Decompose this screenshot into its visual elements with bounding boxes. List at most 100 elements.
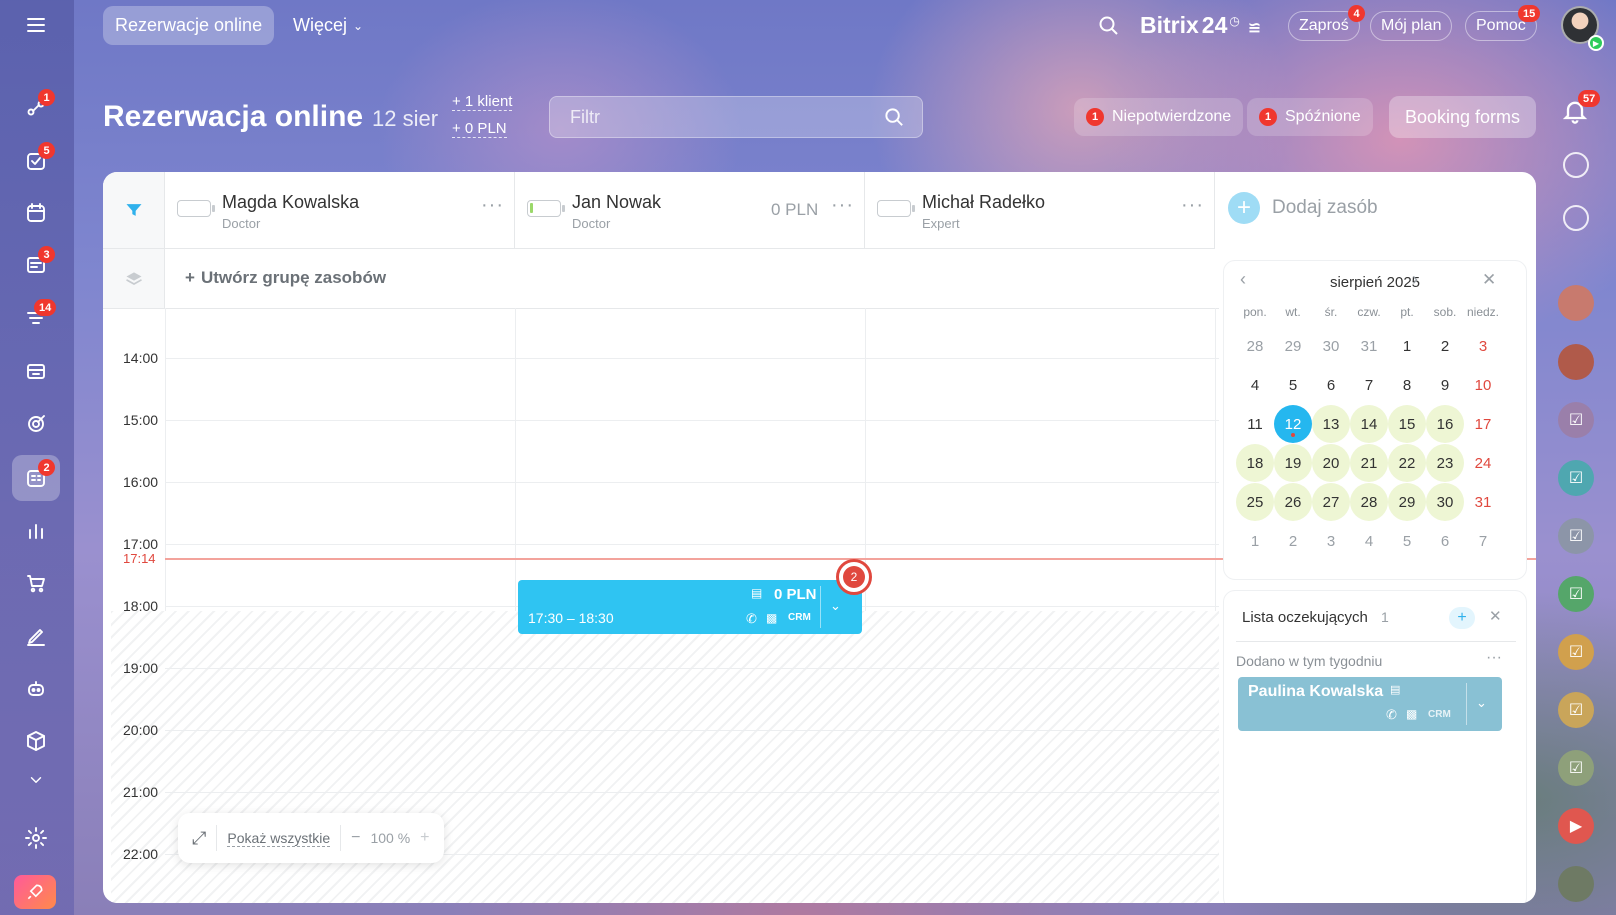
booking-card[interactable]: 17:30 – 18:30 ▤ 0 PLN ✆ ▩ CRM ⌄ bbox=[518, 580, 862, 634]
tab-online-booking[interactable]: Rezerwacje online bbox=[103, 6, 275, 45]
calendar-day[interactable]: 30 bbox=[1426, 483, 1464, 521]
calendar-day[interactable]: 16 bbox=[1426, 405, 1464, 443]
filter-input[interactable] bbox=[550, 97, 922, 137]
phone-icon[interactable]: ✆ bbox=[746, 611, 757, 627]
task-chat-icon[interactable]: ☑ bbox=[1558, 634, 1594, 670]
crm-funnel-icon[interactable]: 14 bbox=[12, 295, 60, 341]
calendar-month[interactable]: sierpień 2025 bbox=[1224, 274, 1526, 291]
amount-stat[interactable]: + 0 PLN bbox=[452, 120, 507, 138]
calendar-day[interactable]: 19 bbox=[1274, 444, 1312, 482]
resource-filter-icon[interactable] bbox=[103, 172, 165, 249]
calendar-day[interactable]: 9 bbox=[1426, 366, 1464, 404]
calendar-day[interactable]: 2 bbox=[1274, 522, 1312, 560]
layers-icon[interactable] bbox=[103, 249, 165, 309]
show-all-link[interactable]: Pokaż wszystkie bbox=[227, 830, 331, 847]
resource-name[interactable]: Michał Radełko bbox=[922, 192, 1045, 213]
task-chat-icon[interactable]: ☑ bbox=[1558, 692, 1594, 728]
calendar-day[interactable]: 4 bbox=[1236, 366, 1274, 404]
calendar-day[interactable]: 22 bbox=[1388, 444, 1426, 482]
calendar-day[interactable]: 11 bbox=[1236, 405, 1274, 443]
chat-icon[interactable]: ▩ bbox=[766, 611, 777, 625]
calendar-day[interactable]: 12 bbox=[1274, 405, 1312, 443]
resource-menu-icon[interactable]: ··· bbox=[831, 194, 854, 217]
target-icon[interactable] bbox=[12, 400, 60, 446]
resource-name[interactable]: Jan Nowak bbox=[572, 192, 661, 213]
calendar-day[interactable]: 3 bbox=[1312, 522, 1350, 560]
chevron-down-icon[interactable]: ⌄ bbox=[830, 598, 841, 614]
calendar-day[interactable]: 30 bbox=[1312, 327, 1350, 365]
booking-forms-button[interactable]: Booking forms bbox=[1389, 96, 1537, 138]
calendar-day[interactable]: 25 bbox=[1236, 483, 1274, 521]
calendar-day[interactable]: 21 bbox=[1350, 444, 1388, 482]
calendar-icon[interactable] bbox=[12, 190, 60, 236]
expand-icon[interactable]: ⤢ bbox=[192, 828, 206, 849]
calendar-day[interactable]: 7 bbox=[1350, 366, 1388, 404]
phone-icon[interactable]: ✆ bbox=[1386, 707, 1397, 723]
resource-menu-icon[interactable]: ··· bbox=[481, 194, 504, 217]
rocket-icon[interactable] bbox=[14, 875, 56, 909]
calendar-day[interactable]: 3 bbox=[1464, 327, 1502, 365]
calendar-day[interactable]: 2 bbox=[1426, 327, 1464, 365]
analytics-icon[interactable] bbox=[12, 508, 60, 554]
task-chat-icon[interactable]: ☑ bbox=[1558, 518, 1594, 554]
calendar-day[interactable]: 20 bbox=[1312, 444, 1350, 482]
create-group-button[interactable]: + Utwórz grupę zasobów bbox=[185, 268, 386, 288]
booking-icon[interactable]: 2 bbox=[12, 455, 60, 501]
calendar-day[interactable]: 23 bbox=[1426, 444, 1464, 482]
robot-icon[interactable] bbox=[12, 666, 60, 712]
sliders-icon[interactable]: ≌ bbox=[1248, 18, 1261, 38]
calendar-day[interactable]: 18 bbox=[1236, 444, 1274, 482]
calendar-day[interactable]: 27 bbox=[1312, 483, 1350, 521]
task-chat-icon[interactable]: ☑ bbox=[1558, 402, 1594, 438]
filter-search-icon[interactable] bbox=[883, 106, 906, 134]
calendar-day[interactable]: 1 bbox=[1236, 522, 1274, 560]
tasks-icon[interactable]: 5 bbox=[12, 138, 60, 184]
clients-stat[interactable]: + 1 klient bbox=[452, 93, 513, 111]
chevron-right-icon[interactable]: › bbox=[1412, 269, 1418, 290]
calendar-day[interactable]: 6 bbox=[1312, 366, 1350, 404]
sign-pen-icon[interactable] bbox=[12, 613, 60, 659]
my-plan-button[interactable]: Mój plan bbox=[1370, 11, 1453, 41]
cart-icon[interactable] bbox=[12, 560, 60, 606]
crm-label[interactable]: CRM bbox=[788, 612, 811, 623]
task-chat-icon[interactable]: ☑ bbox=[1558, 750, 1594, 786]
add-waitlist-button[interactable]: + bbox=[1449, 607, 1475, 629]
feed-icon[interactable]: 3 bbox=[12, 242, 60, 288]
collapse-icon[interactable]: ✕ bbox=[1489, 607, 1502, 625]
chat-icon[interactable]: ▩ bbox=[1406, 707, 1417, 721]
unconfirmed-filter[interactable]: 1 Niepotwierdzone bbox=[1074, 98, 1244, 136]
task-chat-icon[interactable]: ☑ bbox=[1558, 460, 1594, 496]
task-chat-icon[interactable]: ☑ bbox=[1558, 576, 1594, 612]
calendar-day[interactable]: 5 bbox=[1274, 366, 1312, 404]
close-icon[interactable]: ✕ bbox=[1482, 270, 1496, 290]
calendar-day[interactable]: 13 bbox=[1312, 405, 1350, 443]
section-menu-icon[interactable]: ··· bbox=[1486, 649, 1502, 667]
calendar-day[interactable]: 29 bbox=[1388, 483, 1426, 521]
calendar-day[interactable]: 8 bbox=[1388, 366, 1426, 404]
calendar-day[interactable]: 31 bbox=[1350, 327, 1388, 365]
settings-gear-icon[interactable] bbox=[12, 815, 60, 861]
note-icon[interactable]: ▤ bbox=[751, 586, 762, 600]
calendar-day[interactable]: 4 bbox=[1350, 522, 1388, 560]
calendar-day[interactable]: 14 bbox=[1350, 405, 1388, 443]
zoom-in-icon[interactable]: + bbox=[420, 829, 429, 847]
contact-avatar-3[interactable] bbox=[1558, 866, 1594, 902]
add-resource-button[interactable]: + Dodaj zasób bbox=[1228, 192, 1378, 224]
waitlist-card[interactable]: Paulina Kowalska ▤ ✆ ▩ CRM ⌄ bbox=[1238, 677, 1502, 731]
late-filter[interactable]: 1 Spóźnione bbox=[1247, 98, 1373, 136]
calendar-day[interactable]: 24 bbox=[1464, 444, 1502, 482]
chevron-down-icon[interactable]: ⌄ bbox=[1476, 695, 1487, 711]
page-date[interactable]: 12 sier bbox=[372, 106, 438, 132]
calendar-day[interactable]: 7 bbox=[1464, 522, 1502, 560]
store-icon[interactable] bbox=[12, 348, 60, 394]
calendar-day[interactable]: 10 bbox=[1464, 366, 1502, 404]
search-icon[interactable] bbox=[1097, 14, 1121, 43]
calendar-day[interactable]: 15 bbox=[1388, 405, 1426, 443]
calendar-day[interactable]: 26 bbox=[1274, 483, 1312, 521]
calendar-day[interactable]: 31 bbox=[1464, 483, 1502, 521]
resource-name[interactable]: Magda Kowalska bbox=[222, 192, 359, 213]
calendar-day[interactable]: 5 bbox=[1388, 522, 1426, 560]
calendar-day[interactable]: 29 bbox=[1274, 327, 1312, 365]
note-icon[interactable]: ▤ bbox=[1390, 683, 1400, 696]
chat-search-icon[interactable] bbox=[1563, 205, 1589, 231]
